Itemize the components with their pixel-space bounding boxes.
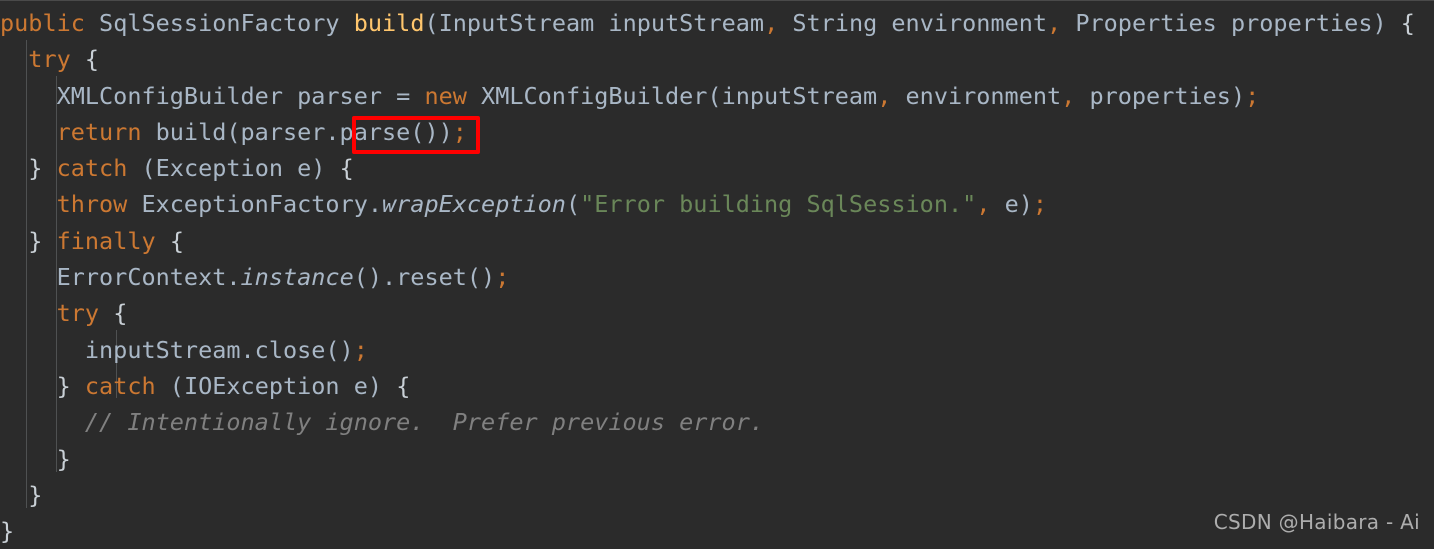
code-token: catch bbox=[56, 154, 128, 183]
code-token: (Exception e) bbox=[127, 154, 340, 183]
code-token: return bbox=[56, 117, 142, 146]
code-token: wrapException bbox=[382, 190, 566, 219]
code-token: public bbox=[0, 9, 85, 37]
code-line[interactable]: } bbox=[0, 441, 1434, 477]
code-token: throw bbox=[56, 190, 128, 219]
code-token: finally bbox=[56, 226, 156, 255]
code-token: { bbox=[396, 371, 411, 400]
code-token: { bbox=[113, 299, 128, 328]
code-block[interactable]: public SqlSessionFactory build(InputStre… bbox=[0, 5, 1434, 549]
code-token: // Intentionally ignore. Prefer previous… bbox=[84, 408, 765, 437]
code-editor-pane[interactable]: public SqlSessionFactory build(InputStre… bbox=[0, 0, 1434, 549]
code-token: } bbox=[0, 517, 15, 546]
code-token: try bbox=[28, 45, 71, 74]
csdn-watermark: CSDN @Haibara - Ai bbox=[1213, 509, 1420, 534]
code-line[interactable]: try { bbox=[0, 295, 1434, 331]
code-token: ErrorContext. bbox=[56, 263, 241, 292]
code-token: { bbox=[339, 154, 354, 183]
code-token: XMLConfigBuilder(inputStream bbox=[466, 81, 878, 110]
code-token: try bbox=[56, 299, 100, 328]
code-token: ExceptionFactory. bbox=[127, 190, 383, 219]
code-token: catch bbox=[84, 371, 156, 400]
code-token: , bbox=[764, 9, 779, 37]
code-token: inputStream.close() bbox=[84, 335, 354, 364]
code-token: SqlSessionFactory bbox=[99, 9, 340, 37]
code-token: build bbox=[353, 9, 425, 37]
code-line[interactable]: ErrorContext.instance().reset(); bbox=[0, 259, 1434, 295]
code-line[interactable]: try { bbox=[0, 41, 1434, 77]
code-token: environment bbox=[891, 81, 1062, 110]
code-token: } bbox=[28, 226, 43, 255]
code-token: String environment bbox=[778, 9, 1048, 37]
code-token: { bbox=[84, 45, 100, 74]
editor-top-divider bbox=[0, 0, 1434, 1]
code-token: } bbox=[28, 480, 43, 509]
code-token: { bbox=[1400, 9, 1415, 37]
code-token: "Error building SqlSession." bbox=[580, 190, 977, 219]
code-token: properties) bbox=[1075, 81, 1246, 110]
code-token: } bbox=[28, 154, 43, 183]
code-token: XMLConfigBuilder parser = bbox=[56, 81, 425, 110]
code-token: (IOException e) bbox=[155, 371, 397, 400]
code-token: ) bbox=[1372, 9, 1401, 37]
code-token: { bbox=[169, 226, 184, 255]
code-line[interactable]: } catch (IOException e) { bbox=[0, 368, 1434, 404]
code-token: ( bbox=[565, 190, 581, 219]
code-token: ().reset() bbox=[353, 263, 496, 292]
code-token: ; bbox=[452, 117, 467, 146]
code-line[interactable]: public SqlSessionFactory build(InputStre… bbox=[0, 5, 1434, 41]
code-token: ; bbox=[495, 263, 510, 292]
code-line[interactable]: } catch (Exception e) { bbox=[0, 150, 1434, 186]
code-token: Properties properties bbox=[1061, 9, 1373, 37]
code-line[interactable]: } finally { bbox=[0, 223, 1434, 259]
code-line[interactable]: throw ExceptionFactory.wrapException("Er… bbox=[0, 186, 1434, 222]
code-token: , bbox=[976, 190, 991, 219]
code-line[interactable]: inputStream.close(); bbox=[0, 332, 1434, 368]
code-line[interactable]: // Intentionally ignore. Prefer previous… bbox=[0, 404, 1434, 440]
code-token: InputStream inputStream bbox=[438, 9, 765, 37]
code-token: , bbox=[1061, 81, 1076, 110]
code-token: build(parser.parse()) bbox=[141, 117, 453, 146]
code-token: } bbox=[56, 371, 71, 400]
code-token: instance bbox=[240, 263, 354, 292]
code-token: ( bbox=[424, 9, 439, 37]
code-token: new bbox=[424, 81, 467, 110]
code-line[interactable]: return build(parser.parse()); bbox=[0, 114, 1434, 150]
code-token: } bbox=[56, 444, 71, 473]
code-line[interactable]: XMLConfigBuilder parser = new XMLConfigB… bbox=[0, 78, 1434, 114]
code-token: , bbox=[877, 81, 892, 110]
code-token: ; bbox=[1245, 81, 1260, 110]
code-token: e) bbox=[990, 190, 1033, 219]
code-token: , bbox=[1047, 9, 1062, 37]
code-token: ; bbox=[1032, 190, 1048, 219]
code-token: ; bbox=[353, 335, 368, 364]
